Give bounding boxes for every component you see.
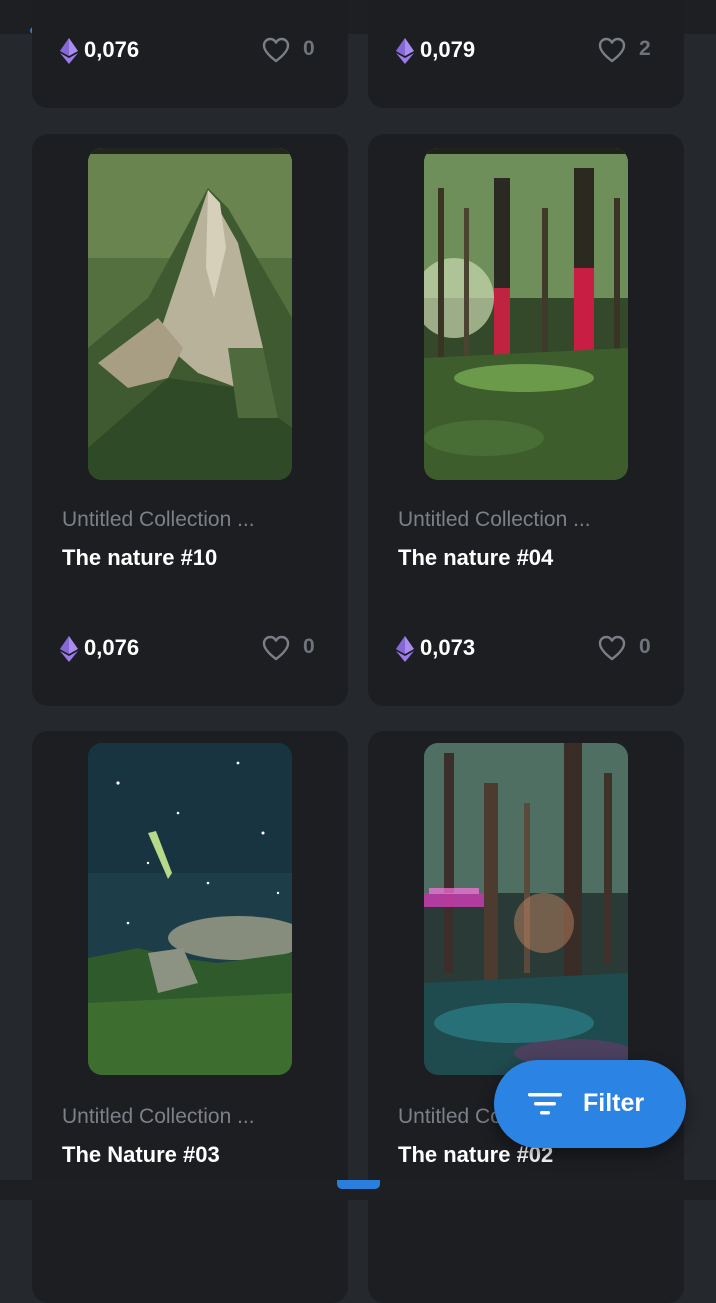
price-value: 0,076 bbox=[84, 37, 140, 62]
price-row: 0,076 0 bbox=[60, 634, 320, 664]
collection-name[interactable]: Untitled Collection ... bbox=[62, 1105, 332, 1129]
heart-icon[interactable] bbox=[262, 37, 290, 63]
nft-card-partial-2[interactable]: 0,079 2 bbox=[368, 0, 684, 108]
like-count: 2 bbox=[639, 37, 651, 60]
nft-title[interactable]: The nature #10 bbox=[62, 545, 332, 571]
filter-button[interactable]: Filter bbox=[494, 1060, 686, 1148]
price-row: 0,079 2 bbox=[396, 36, 656, 66]
nft-image-neon-forest[interactable] bbox=[424, 743, 628, 1075]
nft-card[interactable]: Untitled Collection ... The nature #04 0… bbox=[368, 134, 684, 706]
ethereum-icon bbox=[396, 38, 414, 64]
like-count: 0 bbox=[303, 635, 315, 658]
heart-icon[interactable] bbox=[262, 635, 290, 661]
price-value: 0,079 bbox=[420, 37, 476, 62]
nft-card[interactable]: Untitled Collection ... The Nature #03 bbox=[32, 731, 348, 1303]
nft-image-mountain[interactable] bbox=[88, 148, 292, 480]
ethereum-icon bbox=[60, 636, 78, 662]
filter-button-label: Filter bbox=[583, 1089, 645, 1117]
heart-icon[interactable] bbox=[598, 635, 626, 661]
heart-icon[interactable] bbox=[598, 37, 626, 63]
nft-card[interactable]: Untitled Collection ... The nature #02 bbox=[368, 731, 684, 1303]
collection-name[interactable]: Untitled Collection ... bbox=[62, 508, 332, 532]
bottom-loading-indicator bbox=[337, 1180, 380, 1189]
price-row: 0,076 0 bbox=[60, 36, 320, 66]
ethereum-icon bbox=[396, 636, 414, 662]
collection-name[interactable]: Untitled Collection ... bbox=[398, 508, 668, 532]
nft-card-partial-1[interactable]: 0,076 0 bbox=[32, 0, 348, 108]
ethereum-icon bbox=[60, 38, 78, 64]
like-count: 0 bbox=[303, 37, 315, 60]
price-row: 0,073 0 bbox=[396, 634, 656, 664]
nft-image-night-sky[interactable] bbox=[88, 743, 292, 1075]
nft-title[interactable]: The Nature #03 bbox=[62, 1142, 332, 1168]
filter-lines-icon bbox=[528, 1093, 562, 1115]
price-value: 0,073 bbox=[420, 635, 476, 660]
nft-title[interactable]: The nature #04 bbox=[398, 545, 668, 571]
nft-card[interactable]: Untitled Collection ... The nature #10 0… bbox=[32, 134, 348, 706]
nft-image-forest[interactable] bbox=[424, 148, 628, 480]
like-count: 0 bbox=[639, 635, 651, 658]
price-value: 0,076 bbox=[84, 635, 140, 660]
